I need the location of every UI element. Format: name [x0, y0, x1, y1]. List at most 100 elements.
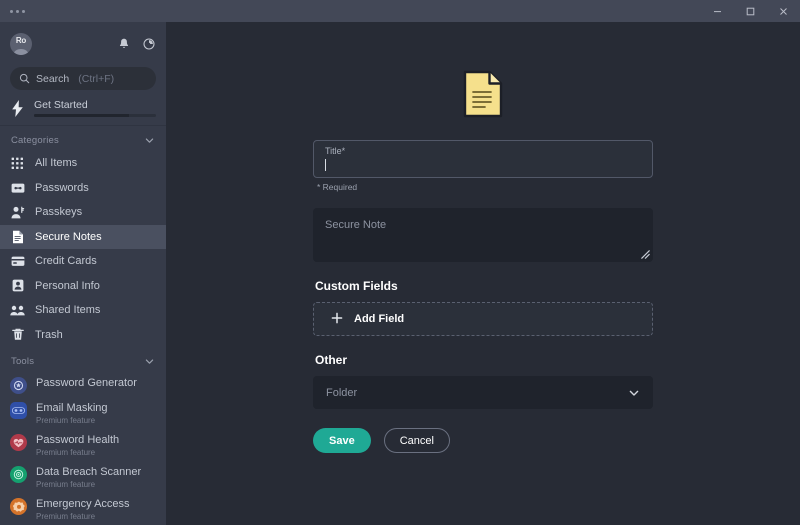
- cancel-button[interactable]: Cancel: [383, 428, 450, 453]
- sidebar-item-credit-cards[interactable]: Credit Cards: [0, 249, 166, 274]
- search-placeholder: Search: [36, 72, 70, 85]
- tool-sublabel: Premium feature: [36, 448, 96, 457]
- add-field-label: Add Field: [354, 313, 405, 325]
- get-started-label: Get Started: [34, 99, 88, 111]
- avatar[interactable]: Ro: [10, 33, 32, 55]
- folder-select-value: Folder: [326, 386, 358, 399]
- sidebar-item-trash[interactable]: Trash: [0, 323, 166, 348]
- search-input[interactable]: Search (Ctrl+F): [10, 67, 156, 90]
- chevron-down-icon[interactable]: [144, 356, 155, 367]
- tools-title: Tools: [11, 356, 35, 367]
- sidebar-tool-data-breach-scanner[interactable]: Data Breach Scanner Premium feature: [0, 461, 166, 493]
- sidebar-item-label: Personal Info: [35, 279, 100, 292]
- avatar-initials: Ro: [15, 36, 27, 45]
- search-icon: [19, 73, 30, 84]
- text-cursor: [325, 159, 326, 171]
- trash-icon: [10, 328, 25, 341]
- sidebar-item-label: Passkeys: [35, 206, 83, 219]
- minimize-button[interactable]: [701, 0, 734, 22]
- dot: [22, 9, 25, 13]
- sidebar-user-row: Ro: [10, 30, 156, 58]
- generator-icon: [10, 377, 27, 394]
- note-icon: [10, 230, 25, 244]
- tool-label: Password Generator: [36, 377, 137, 389]
- avatar-silhouette: [13, 49, 29, 55]
- tool-label: Data Breach Scanner: [36, 466, 142, 478]
- plus-icon: [331, 312, 343, 326]
- secure-note-form: Title* * Required Secure Note Custom Fie…: [313, 22, 653, 525]
- window-menu-dots-icon[interactable]: [10, 9, 25, 13]
- scanner-icon: [10, 466, 27, 483]
- credit-card-icon: [10, 256, 25, 267]
- title-field-label: Title*: [325, 146, 346, 156]
- sidebar-item-label: Shared Items: [35, 304, 101, 317]
- heart-pulse-icon: [10, 434, 27, 451]
- lightning-bolt-icon: [10, 99, 25, 117]
- sidebar-item-passkeys[interactable]: Passkeys: [0, 200, 166, 225]
- sidebar-item-secure-notes[interactable]: Secure Notes: [0, 224, 166, 249]
- id-card-icon: [10, 279, 25, 292]
- body-row: Ro Search (Ctrl+F) Get Started Categorie…: [0, 22, 800, 525]
- app-window: Ro Search (Ctrl+F) Get Started Categorie…: [0, 0, 800, 525]
- get-started-section[interactable]: Get Started: [0, 99, 166, 126]
- dot: [16, 9, 19, 13]
- categories-title: Categories: [11, 135, 59, 146]
- secure-note-document-icon: [313, 70, 653, 118]
- title-field[interactable]: Title*: [313, 140, 653, 178]
- sidebar-item-label: All Items: [35, 157, 78, 170]
- add-field-button[interactable]: Add Field: [313, 302, 653, 336]
- bell-icon[interactable]: [117, 37, 131, 51]
- close-button[interactable]: [767, 0, 800, 22]
- grid-icon: [10, 157, 25, 170]
- sidebar-item-personal-info[interactable]: Personal Info: [0, 274, 166, 299]
- title-bar: [0, 0, 800, 22]
- tool-body: Password Health Premium feature: [36, 433, 119, 458]
- tool-sublabel: Premium feature: [36, 512, 96, 521]
- sidebar-tool-password-generator[interactable]: Password Generator: [0, 372, 166, 397]
- sidebar: Ro Search (Ctrl+F) Get Started Categorie…: [0, 22, 166, 525]
- key-card-icon: [10, 182, 25, 194]
- people-icon: [10, 305, 25, 316]
- sidebar-header: Ro Search (Ctrl+F): [0, 22, 166, 90]
- tool-body: Emergency Access Premium feature: [36, 497, 130, 522]
- tool-label: Email Masking: [36, 402, 108, 414]
- tool-label: Password Health: [36, 434, 120, 446]
- sidebar-item-label: Secure Notes: [35, 230, 102, 243]
- sidebar-header-icons: [117, 37, 156, 51]
- sidebar-tool-password-health[interactable]: Password Health Premium feature: [0, 429, 166, 461]
- mask-icon: [10, 402, 27, 419]
- tool-body: Email Masking Premium feature: [36, 401, 108, 426]
- dot: [10, 9, 13, 13]
- folder-select[interactable]: Folder: [313, 376, 653, 409]
- tool-label: Emergency Access: [36, 498, 130, 510]
- main-content: Title* * Required Secure Note Custom Fie…: [166, 22, 800, 525]
- get-started-progress-track: [34, 114, 156, 117]
- other-heading: Other: [315, 353, 348, 367]
- resize-handle[interactable]: [641, 250, 650, 259]
- tool-sublabel: Premium feature: [36, 480, 96, 489]
- emergency-icon: [10, 498, 27, 515]
- tools-section-header[interactable]: Tools: [0, 347, 166, 372]
- tool-sublabel: Premium feature: [36, 416, 96, 425]
- search-shortcut: (Ctrl+F): [78, 72, 115, 85]
- form-actions: Save Cancel: [313, 428, 653, 453]
- sidebar-tool-emergency-access[interactable]: Emergency Access Premium feature: [0, 493, 166, 525]
- sidebar-item-label: Passwords: [35, 181, 89, 194]
- maximize-button[interactable]: [734, 0, 767, 22]
- sidebar-tool-email-masking[interactable]: Email Masking Premium feature: [0, 397, 166, 429]
- save-button[interactable]: Save: [313, 428, 371, 453]
- chevron-down-icon[interactable]: [628, 387, 640, 399]
- gear-icon[interactable]: [142, 37, 156, 51]
- secure-note-textarea[interactable]: Secure Note: [313, 208, 653, 262]
- categories-section-header[interactable]: Categories: [0, 126, 166, 151]
- sidebar-item-label: Credit Cards: [35, 255, 97, 268]
- required-hint: * Required: [317, 182, 358, 192]
- get-started-body: Get Started: [34, 99, 156, 117]
- tool-body: Password Generator: [36, 376, 137, 390]
- sidebar-item-shared-items[interactable]: Shared Items: [0, 298, 166, 323]
- secure-note-placeholder: Secure Note: [325, 219, 387, 231]
- sidebar-item-all-items[interactable]: All Items: [0, 151, 166, 176]
- sidebar-item-passwords[interactable]: Passwords: [0, 176, 166, 201]
- chevron-down-icon[interactable]: [144, 135, 155, 146]
- sidebar-scroll-area: Categories All Items Passwords Passkeys …: [0, 126, 166, 525]
